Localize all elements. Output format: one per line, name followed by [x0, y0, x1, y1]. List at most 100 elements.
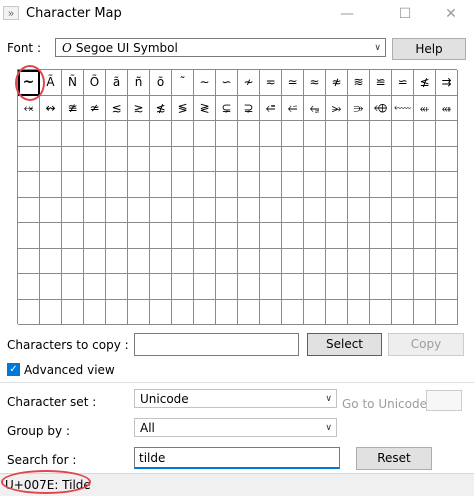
- character-cell[interactable]: [216, 248, 238, 274]
- character-cell[interactable]: [282, 299, 304, 325]
- character-cell[interactable]: [194, 146, 216, 172]
- character-cell[interactable]: [260, 248, 282, 274]
- character-cell[interactable]: [414, 274, 436, 300]
- character-cell[interactable]: [392, 146, 414, 172]
- character-cell[interactable]: [436, 121, 458, 147]
- character-cell[interactable]: [150, 121, 172, 147]
- character-cell[interactable]: [436, 299, 458, 325]
- minimize-button[interactable]: —: [324, 0, 370, 30]
- character-cell[interactable]: [40, 299, 62, 325]
- character-cell[interactable]: ⬵: [436, 95, 458, 121]
- character-cell[interactable]: [84, 223, 106, 249]
- character-cell[interactable]: [172, 274, 194, 300]
- character-cell[interactable]: [348, 299, 370, 325]
- character-cell[interactable]: [326, 274, 348, 300]
- character-cell[interactable]: [392, 172, 414, 198]
- character-cell[interactable]: [282, 274, 304, 300]
- advanced-view-checkbox[interactable]: ✓: [7, 363, 20, 376]
- close-button[interactable]: ✕: [428, 0, 474, 30]
- character-cell[interactable]: ≰: [414, 70, 436, 96]
- character-cell[interactable]: [238, 146, 260, 172]
- character-cell[interactable]: [436, 197, 458, 223]
- character-cell[interactable]: ≇: [62, 95, 84, 121]
- character-cell[interactable]: [326, 172, 348, 198]
- character-cell[interactable]: [392, 121, 414, 147]
- character-cell[interactable]: [150, 299, 172, 325]
- character-cell[interactable]: [370, 172, 392, 198]
- character-cell[interactable]: [106, 197, 128, 223]
- character-cell[interactable]: [370, 248, 392, 274]
- character-cell[interactable]: [238, 274, 260, 300]
- character-cell[interactable]: [40, 223, 62, 249]
- character-cell[interactable]: [84, 197, 106, 223]
- characters-to-copy-field[interactable]: [135, 334, 298, 355]
- character-cell[interactable]: [172, 121, 194, 147]
- character-cell[interactable]: [414, 299, 436, 325]
- character-cell[interactable]: [260, 146, 282, 172]
- character-cell[interactable]: [128, 223, 150, 249]
- character-cell[interactable]: [392, 274, 414, 300]
- character-cell[interactable]: [414, 172, 436, 198]
- character-cell[interactable]: [370, 121, 392, 147]
- character-cell[interactable]: [304, 146, 326, 172]
- character-cell[interactable]: [150, 274, 172, 300]
- character-cell[interactable]: [414, 197, 436, 223]
- character-cell[interactable]: [106, 146, 128, 172]
- character-cell[interactable]: ≉: [326, 70, 348, 96]
- character-cell[interactable]: [436, 146, 458, 172]
- character-cell[interactable]: [260, 223, 282, 249]
- character-cell[interactable]: ≂: [260, 70, 282, 96]
- character-cell[interactable]: [392, 223, 414, 249]
- character-cell[interactable]: [106, 248, 128, 274]
- character-cell[interactable]: [216, 172, 238, 198]
- character-cell[interactable]: [436, 248, 458, 274]
- character-cell[interactable]: ⬾: [18, 95, 40, 121]
- character-cell[interactable]: [128, 197, 150, 223]
- character-cell[interactable]: [194, 223, 216, 249]
- character-cell[interactable]: [18, 299, 40, 325]
- character-cell[interactable]: [62, 197, 84, 223]
- character-cell[interactable]: [348, 274, 370, 300]
- character-cell[interactable]: ≈: [304, 70, 326, 96]
- character-cell[interactable]: [62, 146, 84, 172]
- character-cell[interactable]: [216, 274, 238, 300]
- character-cell[interactable]: ⬳: [392, 95, 414, 121]
- character-cell[interactable]: [172, 197, 194, 223]
- character-cell[interactable]: [128, 274, 150, 300]
- character-cell[interactable]: ⭄: [348, 95, 370, 121]
- character-cell[interactable]: [260, 172, 282, 198]
- character-cell[interactable]: [238, 223, 260, 249]
- character-cell[interactable]: [216, 121, 238, 147]
- character-cell[interactable]: [260, 197, 282, 223]
- go-to-unicode-input[interactable]: [426, 390, 462, 411]
- character-cell[interactable]: [172, 248, 194, 274]
- maximize-button[interactable]: ☐: [382, 0, 428, 30]
- character-cell[interactable]: [18, 274, 40, 300]
- character-cell[interactable]: [84, 172, 106, 198]
- help-button[interactable]: Help: [392, 38, 466, 60]
- character-cell[interactable]: [392, 299, 414, 325]
- character-cell[interactable]: ∼: [194, 70, 216, 96]
- character-cell[interactable]: [84, 274, 106, 300]
- character-cell[interactable]: [282, 197, 304, 223]
- character-cell[interactable]: [172, 146, 194, 172]
- character-cell[interactable]: [238, 248, 260, 274]
- character-cell[interactable]: [282, 223, 304, 249]
- character-cell[interactable]: ≷: [194, 95, 216, 121]
- character-cell[interactable]: [326, 223, 348, 249]
- character-cell[interactable]: ≃: [282, 70, 304, 96]
- character-cell[interactable]: ≄: [84, 95, 106, 121]
- character-cell[interactable]: [194, 274, 216, 300]
- character-cell[interactable]: [62, 299, 84, 325]
- character-cell[interactable]: [348, 146, 370, 172]
- character-cell[interactable]: ⭀: [260, 95, 282, 121]
- character-cell[interactable]: [18, 172, 40, 198]
- character-cell[interactable]: [238, 299, 260, 325]
- character-cell[interactable]: [62, 248, 84, 274]
- character-cell[interactable]: [18, 197, 40, 223]
- character-cell[interactable]: [150, 223, 172, 249]
- character-cell[interactable]: ∽: [216, 70, 238, 96]
- character-cell[interactable]: ñ: [128, 70, 150, 96]
- character-cell[interactable]: [194, 248, 216, 274]
- character-cell[interactable]: [40, 197, 62, 223]
